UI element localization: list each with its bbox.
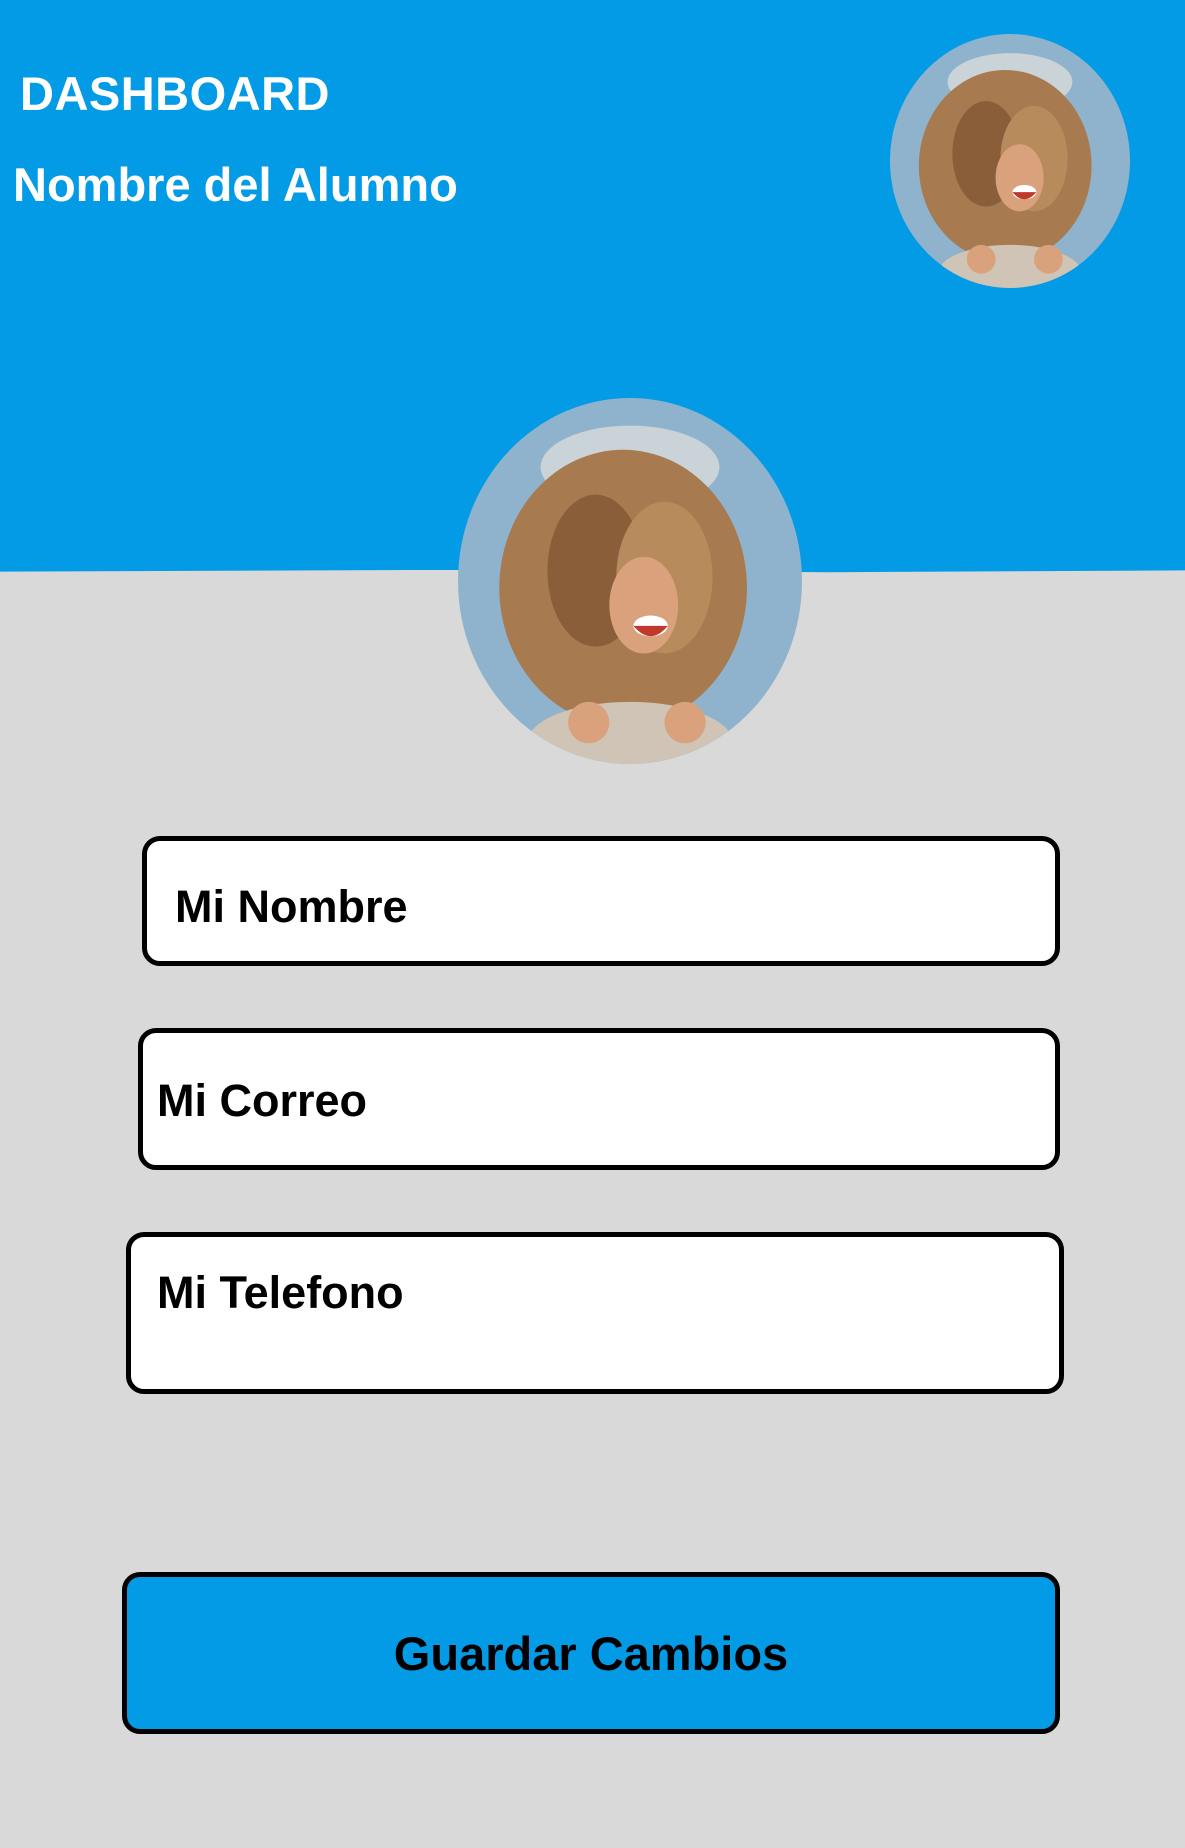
avatar-photo-icon: [890, 34, 1130, 288]
name-field[interactable]: Mi Nombre: [142, 836, 1060, 966]
dashboard-title: DASHBOARD: [20, 67, 330, 120]
save-changes-button[interactable]: Guardar Cambios: [122, 1572, 1060, 1734]
phone-field[interactable]: Mi Telefono: [126, 1232, 1064, 1394]
email-field-label: Mi Correo: [157, 1075, 368, 1126]
profile-page: DASHBOARD Nombre del Alumno Mi Nombre Mi…: [0, 0, 1185, 1848]
email-field[interactable]: Mi Correo: [138, 1028, 1060, 1170]
avatar-photo-icon: [458, 398, 802, 764]
phone-field-label: Mi Telefono: [157, 1267, 404, 1318]
student-name: Nombre del Alumno: [13, 158, 458, 211]
profile-avatar[interactable]: [458, 398, 802, 764]
name-field-label: Mi Nombre: [175, 881, 408, 932]
header-avatar[interactable]: [890, 34, 1130, 288]
